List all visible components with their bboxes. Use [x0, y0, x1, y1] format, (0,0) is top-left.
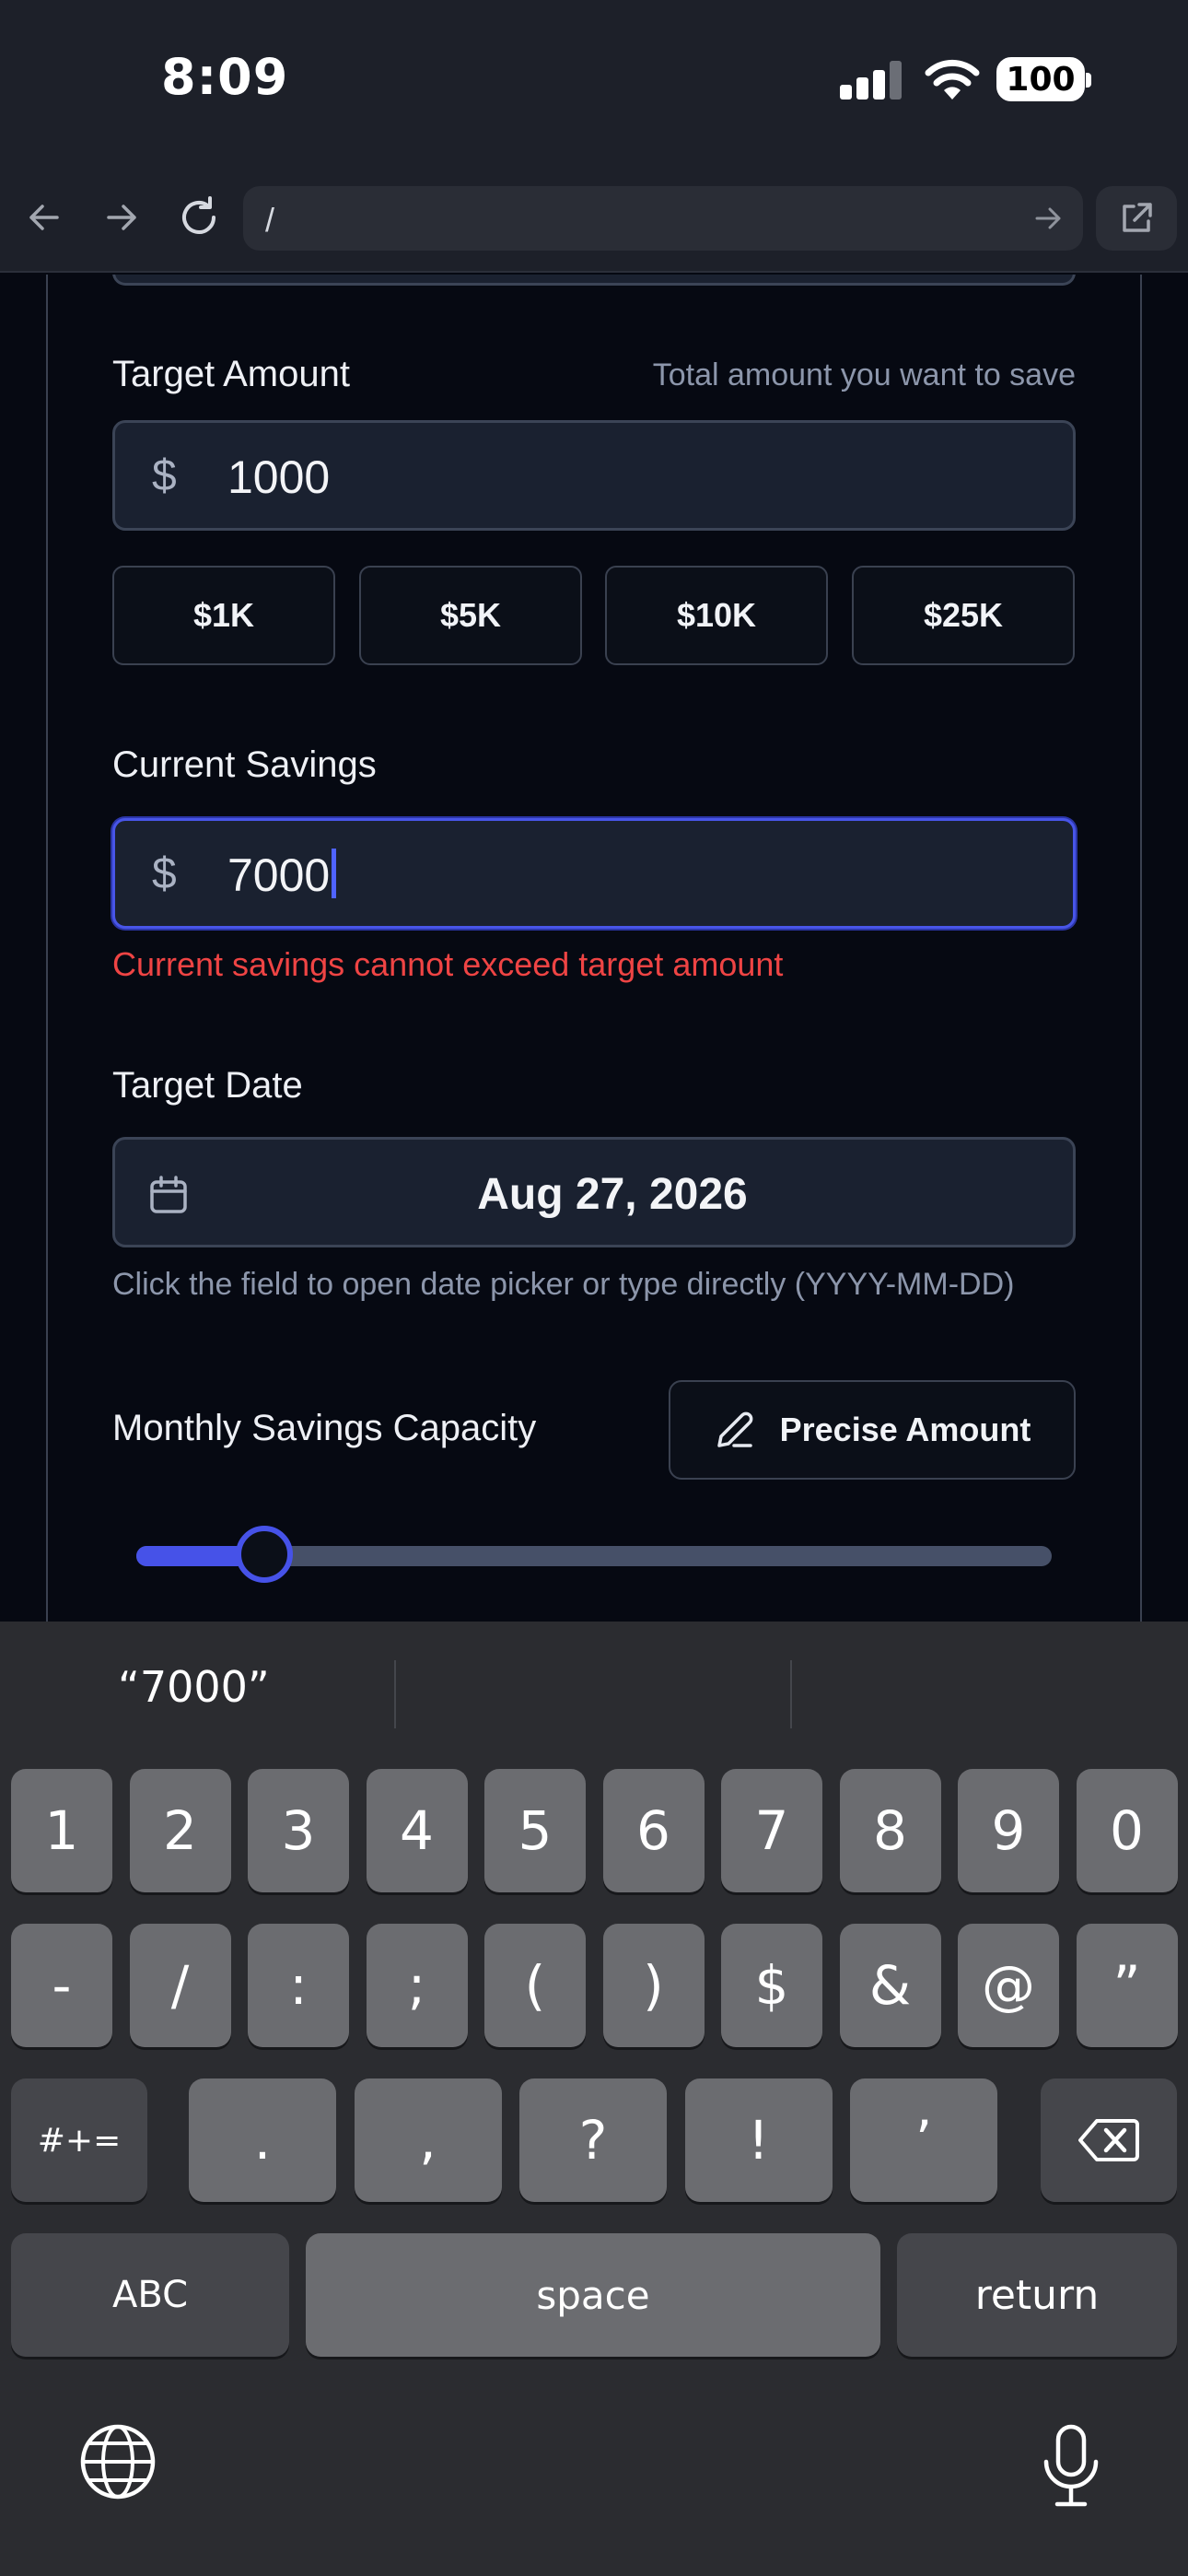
target-amount-input[interactable]: $ 1000 [112, 420, 1076, 531]
browser-toolbar: / [0, 166, 1188, 273]
currency-symbol: $ [152, 451, 177, 500]
page-content: Target Amount Total amount you want to s… [0, 275, 1188, 1622]
target-amount-hint: Total amount you want to save [652, 357, 1076, 392]
suggestion-divider [394, 1660, 396, 1728]
globe-icon[interactable] [79, 2423, 157, 2500]
target-date-help: Click the field to open date picker or t… [112, 1267, 1015, 1302]
status-bar: 8:09 100 [0, 0, 1188, 166]
key-row1-7[interactable]: 8 [839, 1769, 941, 1892]
battery-icon: 100 [996, 57, 1091, 101]
symbols-key[interactable]: #+= [11, 2078, 147, 2202]
key-row2-4[interactable]: ( [484, 1924, 586, 2047]
key-row2-5[interactable]: ) [602, 1924, 705, 2047]
current-savings-value: 7000 [227, 849, 337, 902]
quick-amount-25k-button[interactable]: $25K [852, 566, 1075, 665]
backspace-icon [1078, 2119, 1139, 2161]
key-row1-9[interactable]: 0 [1076, 1769, 1178, 1892]
currency-symbol: $ [152, 849, 177, 898]
status-time: 8:09 [161, 48, 289, 106]
quick-amount-10k-button[interactable]: $10K [605, 566, 828, 665]
quick-amount-5k-button[interactable]: $5K [359, 566, 582, 665]
url-bar[interactable]: / [243, 186, 1083, 251]
current-savings-text: 7000 [227, 849, 331, 901]
key-row1-0[interactable]: 1 [11, 1769, 112, 1892]
key-row2-3[interactable]: ; [366, 1924, 468, 2047]
monthly-capacity-label: Monthly Savings Capacity [112, 1408, 537, 1448]
key-row3-3[interactable]: ! [684, 2078, 833, 2202]
suggestion-divider [790, 1660, 792, 1728]
target-amount-label: Target Amount [112, 354, 350, 394]
slider-thumb[interactable] [236, 1526, 294, 1583]
abc-key[interactable]: ABC [11, 2233, 289, 2357]
key-row2-9[interactable]: ” [1076, 1924, 1178, 2047]
return-key[interactable]: return [897, 2233, 1177, 2357]
url-text: / [265, 201, 275, 239]
go-arrow-icon[interactable] [1030, 200, 1066, 237]
key-row1-6[interactable]: 7 [721, 1769, 822, 1892]
key-row2-0[interactable]: - [11, 1924, 112, 2047]
open-external-button[interactable] [1096, 186, 1177, 251]
pencil-icon [716, 1411, 753, 1447]
battery-level: 100 [1006, 60, 1076, 99]
key-row2-7[interactable]: & [839, 1924, 941, 2047]
quick-amount-1k-button[interactable]: $1K [112, 566, 335, 665]
microphone-icon[interactable] [1039, 2423, 1103, 2508]
back-arrow-icon[interactable] [18, 192, 70, 243]
key-row2-2[interactable]: : [248, 1924, 349, 2047]
key-row3-2[interactable]: ? [519, 2078, 667, 2202]
key-row3-0[interactable]: . [189, 2078, 336, 2202]
current-savings-input[interactable]: $ 7000 [112, 818, 1076, 929]
reload-icon[interactable] [173, 192, 225, 243]
wifi-icon [925, 59, 980, 100]
key-row3-1[interactable]: , [354, 2078, 502, 2202]
space-key[interactable]: space [306, 2233, 880, 2357]
external-link-icon [1123, 203, 1152, 232]
text-caret [332, 849, 337, 898]
target-amount-value: 1000 [227, 451, 331, 503]
monthly-capacity-slider[interactable] [136, 1526, 1052, 1583]
key-row1-4[interactable]: 5 [484, 1769, 586, 1892]
target-date-input[interactable]: Aug 27, 2026 [112, 1137, 1076, 1247]
delete-key[interactable] [1041, 2078, 1177, 2202]
key-row2-1[interactable]: / [129, 1924, 231, 2047]
key-row1-1[interactable]: 2 [129, 1769, 231, 1892]
numeric-keyboard: “7000” 1234567890 - /:;() $ & @” #+= .,?!’ A… [0, 1622, 1188, 2576]
target-date-label: Target Date [112, 1065, 303, 1106]
key-row1-2[interactable]: 3 [248, 1769, 349, 1892]
key-row1-3[interactable]: 4 [366, 1769, 468, 1892]
key-row1-5[interactable]: 6 [602, 1769, 705, 1892]
key-row3-4[interactable]: ’ [850, 2078, 997, 2202]
precise-amount-button[interactable]: Precise Amount [669, 1380, 1076, 1480]
precise-amount-label: Precise Amount [779, 1411, 1031, 1448]
key-row2-6[interactable]: $ [721, 1924, 822, 2047]
target-date-value: Aug 27, 2026 [477, 1170, 748, 1219]
suggestion-item[interactable]: “7000” [118, 1662, 270, 1712]
suggestion-bar: “7000” [0, 1622, 1188, 1762]
current-savings-label: Current Savings [112, 744, 377, 785]
cellular-signal-icon [840, 61, 904, 100]
forward-arrow-icon[interactable] [96, 192, 147, 243]
previous-field-bottom[interactable] [112, 275, 1076, 286]
key-row2-8[interactable]: @ [958, 1924, 1059, 2047]
current-savings-error: Current savings cannot exceed target amo… [112, 945, 784, 983]
key-row1-8[interactable]: 9 [958, 1769, 1059, 1892]
